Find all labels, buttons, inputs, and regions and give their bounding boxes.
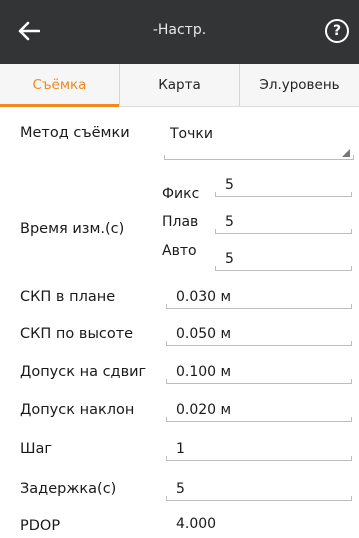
tab-map[interactable]: Карта	[120, 64, 240, 106]
vrms-input[interactable]: 0.050 м	[166, 322, 352, 346]
fix-time-value: 5	[225, 177, 234, 193]
step-value: 1	[176, 441, 185, 457]
tab-bar: Съёмка Карта Эл.уровень	[0, 64, 359, 107]
tilt-tolerance-label: Допуск наклон	[20, 402, 135, 418]
page-title: -Настр.	[152, 22, 207, 38]
hrms-value: 0.030 м	[176, 289, 232, 305]
dropdown-arrow-icon	[342, 149, 350, 157]
auto-time-input[interactable]: 5	[215, 247, 352, 271]
method-value: Точки	[170, 126, 213, 142]
help-button[interactable]: ?	[325, 19, 349, 43]
step-input[interactable]: 1	[166, 437, 352, 461]
delay-input[interactable]: 5	[166, 477, 352, 501]
vrms-label: СКП по высоте	[20, 326, 134, 342]
shift-tolerance-value: 0.100 м	[176, 364, 232, 380]
pdop-value: 4.000	[176, 516, 217, 532]
delay-value: 5	[176, 481, 185, 497]
auto-label: Авто	[162, 243, 197, 259]
tilt-tolerance-input[interactable]: 0.020 м	[166, 398, 352, 422]
shift-tolerance-label: Допуск на сдвиг	[20, 364, 147, 380]
float-time-input[interactable]: 5	[215, 210, 352, 234]
fix-time-input[interactable]: 5	[215, 173, 352, 197]
tab-survey[interactable]: Съёмка	[0, 64, 120, 107]
method-select[interactable]: Точки	[164, 126, 354, 160]
tab-e-level[interactable]: Эл.уровень	[240, 64, 359, 106]
fix-label: Фикс	[162, 186, 200, 202]
time-label: Время изм.(с)	[20, 221, 125, 237]
delay-label: Задержка(с)	[20, 481, 117, 497]
hrms-label: СКП в плане	[20, 289, 116, 305]
method-label: Метод съёмки	[20, 125, 130, 141]
auto-time-value: 5	[225, 251, 234, 267]
pdop-label: PDOP	[20, 518, 61, 534]
top-bar: -Настр. ?	[0, 0, 359, 64]
float-time-value: 5	[225, 214, 234, 230]
vrms-value: 0.050 м	[176, 326, 232, 342]
step-label: Шаг	[20, 441, 53, 457]
tilt-tolerance-value: 0.020 м	[176, 402, 232, 418]
shift-tolerance-input[interactable]: 0.100 м	[166, 360, 352, 384]
pdop-input[interactable]: 4.000	[166, 512, 352, 536]
float-label: Плав	[162, 214, 199, 230]
hrms-input[interactable]: 0.030 м	[166, 285, 352, 309]
help-icon: ?	[332, 23, 342, 39]
